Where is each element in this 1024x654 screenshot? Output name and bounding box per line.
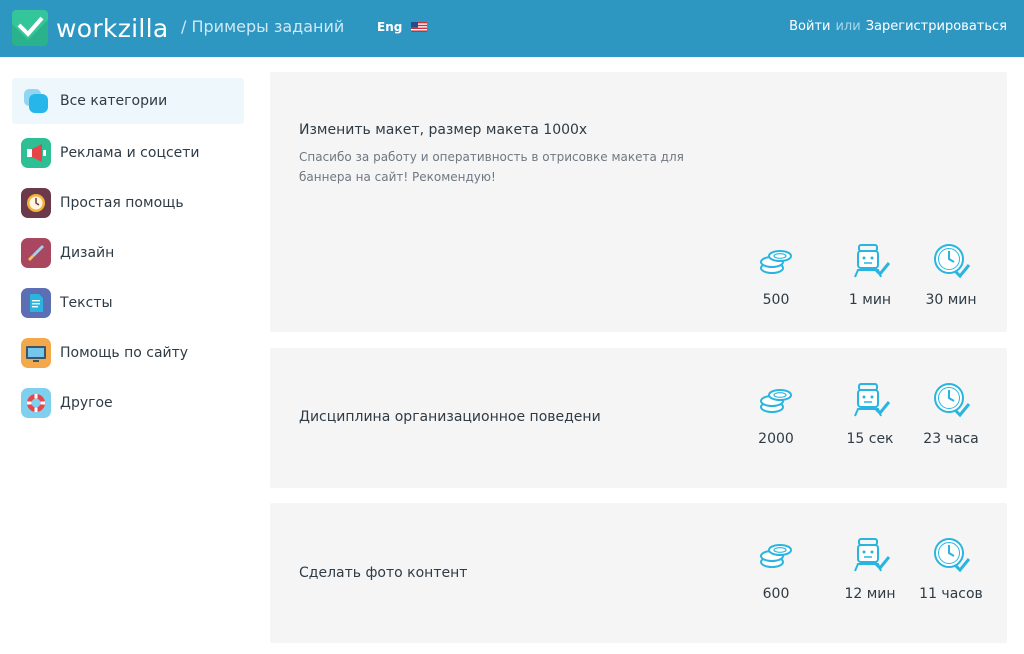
clock-check-icon	[934, 244, 971, 279]
sidebar-item-label: Помощь по сайту	[60, 345, 189, 361]
task-price: 600	[736, 535, 816, 602]
layers-icon	[21, 86, 51, 116]
clock-check-icon	[934, 538, 971, 573]
sidebar-item-texts[interactable]: Тексты	[12, 278, 244, 328]
document-icon	[21, 288, 51, 318]
language-label: Eng	[377, 20, 403, 34]
task-response-time: 15 сек	[830, 380, 910, 447]
sidebar-item-label: Все категории	[60, 93, 168, 109]
price-value: 500	[762, 292, 790, 308]
brush-icon	[21, 238, 51, 268]
language-switch[interactable]: Eng	[377, 20, 428, 34]
task-response-time: 12 мин	[830, 535, 910, 602]
or-text: или	[835, 19, 861, 34]
duration-value: 30 мин	[925, 292, 977, 308]
sidebar-item-ads[interactable]: Реклама и соцсети	[12, 128, 244, 178]
sidebar-item-label: Дизайн	[60, 245, 115, 261]
task-card[interactable]: Сделать фото контент 600 12 мин 11 часов	[270, 503, 1007, 643]
task-card[interactable]: Изменить макет, размер макета 1000х Спас…	[270, 72, 1007, 332]
megaphone-icon	[21, 138, 51, 168]
task-title: Изменить макет, размер макета 1000х	[299, 122, 588, 138]
register-link[interactable]: Зарегистрироваться	[866, 19, 1007, 34]
sidebar-item-label: Тексты	[60, 295, 113, 311]
task-card[interactable]: Дисциплина организационное поведени 2000…	[270, 348, 1007, 488]
top-header: workzilla / Примеры заданий Eng Войти ил…	[0, 0, 1024, 57]
sidebar-item-all[interactable]: Все категории	[12, 78, 244, 124]
duration-value: 23 часа	[923, 431, 979, 447]
sidebar-item-label: Реклама и соцсети	[60, 145, 200, 161]
category-sidebar: Все категории Реклама и соцсети Простая …	[12, 78, 244, 428]
logo-text: workzilla	[56, 13, 169, 43]
freelancer-check-icon	[854, 244, 890, 278]
coins-icon	[760, 250, 792, 274]
sidebar-item-other[interactable]: Другое	[12, 378, 244, 428]
task-title: Сделать фото контент	[299, 565, 468, 581]
sidebar-item-simple-help[interactable]: Простая помощь	[12, 178, 244, 228]
task-review: Спасибо за работу и оперативность в отри…	[299, 150, 684, 184]
task-duration: 30 мин	[911, 241, 991, 308]
sidebar-item-design[interactable]: Дизайн	[12, 228, 244, 278]
monitor-icon	[21, 338, 51, 368]
task-price: 2000	[736, 380, 816, 447]
clock-icon	[21, 188, 51, 218]
sidebar-item-site-help[interactable]: Помощь по сайту	[12, 328, 244, 378]
coins-icon	[760, 544, 792, 568]
coins-icon	[760, 389, 792, 413]
logo-check-icon	[12, 10, 48, 46]
freelancer-check-icon	[854, 538, 890, 572]
task-response-time: 1 мин	[830, 241, 910, 308]
task-price: 500	[736, 241, 816, 308]
sidebar-item-label: Простая помощь	[60, 195, 184, 211]
task-duration: 11 часов	[911, 535, 991, 602]
clock-check-icon	[934, 383, 971, 418]
auth-links: Войти или Зарегистрироваться	[789, 19, 1007, 34]
sidebar-item-label: Другое	[60, 395, 113, 411]
lifebuoy-icon	[21, 388, 51, 418]
freelancer-check-icon	[854, 383, 890, 417]
page-subtitle: / Примеры заданий	[181, 17, 345, 36]
price-value: 2000	[758, 431, 794, 447]
task-title: Дисциплина организационное поведени	[299, 409, 601, 425]
price-value: 600	[762, 586, 790, 602]
response-value: 15 сек	[846, 431, 894, 447]
duration-value: 11 часов	[919, 586, 983, 602]
logo[interactable]: workzilla	[12, 10, 168, 46]
response-value: 12 мин	[844, 586, 896, 602]
login-link[interactable]: Войти	[789, 19, 830, 34]
task-duration: 23 часа	[911, 380, 991, 447]
us-flag-icon	[411, 22, 428, 32]
response-value: 1 мин	[848, 292, 892, 308]
